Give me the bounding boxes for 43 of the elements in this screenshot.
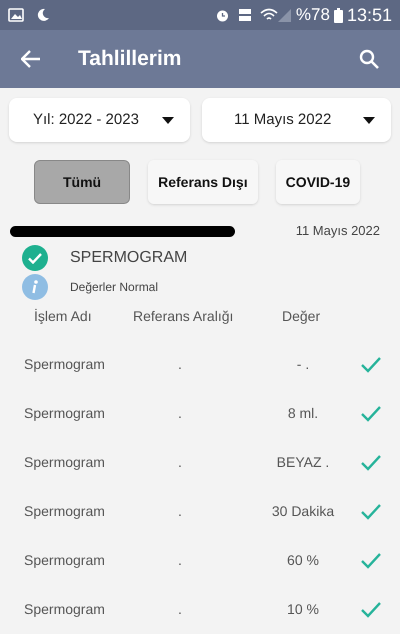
caret-icon <box>162 116 174 124</box>
status-text: Değerler Normal <box>70 279 158 296</box>
battery-level: %78 <box>296 4 330 26</box>
table-cell-text: . <box>178 600 183 619</box>
table-cell-text: - . <box>296 355 310 374</box>
table-cell-text: Spermogram <box>23 355 106 374</box>
table-cell-text: . <box>178 404 183 423</box>
result-date: 11 Mayıs 2022 <box>296 222 380 240</box>
filter-tab[interactable]: Referans Dışı <box>148 160 258 204</box>
table-cell-text: Spermogram <box>23 502 106 521</box>
back-arrow-icon <box>21 50 41 68</box>
table-cell-text: . <box>178 502 183 521</box>
filter-tab[interactable]: Tümü <box>34 160 130 204</box>
date-dropdown[interactable]: 11 Mayıs 2022 <box>202 98 391 142</box>
search-icon <box>359 49 379 69</box>
clock: 13:51 <box>346 4 392 26</box>
table-cell-text: Spermogram <box>23 453 106 472</box>
table-cell-text: . <box>178 453 183 472</box>
moon-icon <box>36 8 50 22</box>
table-cell-text: BEYAZ . <box>276 453 330 472</box>
battery-icon <box>334 8 343 22</box>
caret-icon <box>363 116 375 124</box>
page-title: Tahlillerim <box>78 46 182 72</box>
alarm-icon <box>214 8 230 22</box>
signal-icon <box>278 8 292 22</box>
column-header: Değer <box>282 306 320 326</box>
image-icon <box>8 8 24 22</box>
info-icon <box>22 274 48 300</box>
table-cell-text: . <box>178 355 183 374</box>
filter-tab[interactable]: COVID-19 <box>276 160 360 204</box>
column-header: İşlem Adı <box>33 306 93 326</box>
column-header: Referans Aralığı <box>133 306 234 326</box>
table-cell-text: 30 Dakika <box>270 502 336 521</box>
year-dropdown[interactable]: Yıl: 2022 - 2023 <box>9 98 190 142</box>
table-cell-text: 10 % <box>286 600 320 619</box>
wifi-icon <box>260 8 278 22</box>
table-cell-text: Spermogram <box>23 551 106 570</box>
table-cell-text: 8 ml. <box>286 404 320 423</box>
test-name: SPERMOGRAM <box>70 248 188 268</box>
table-cell-text: Spermogram <box>23 600 106 619</box>
table-cell-text: . <box>178 551 183 570</box>
table-cell-text: 60 % <box>286 551 320 570</box>
table-cell-text: Spermogram <box>23 404 106 423</box>
